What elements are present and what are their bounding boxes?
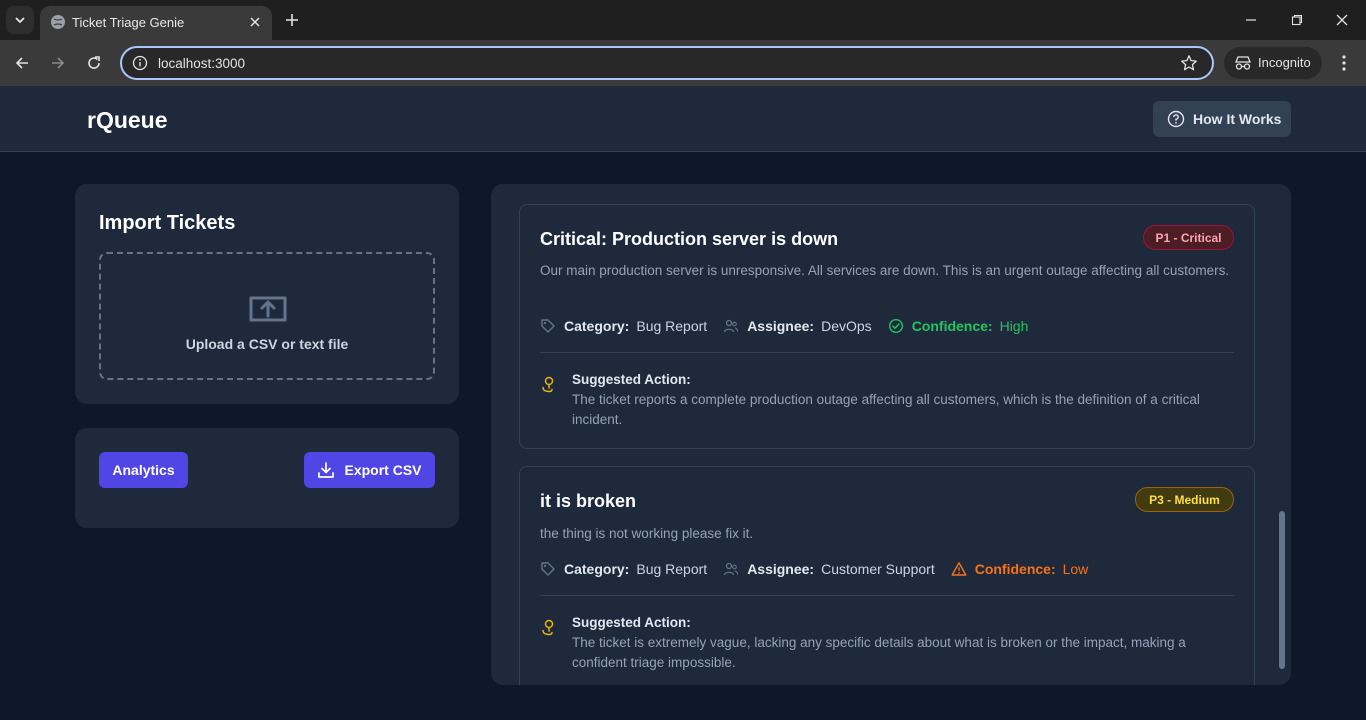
export-csv-button[interactable]: Export CSV (304, 452, 435, 488)
category-value: Bug Report (636, 318, 708, 334)
upload-icon (249, 296, 287, 322)
window-close-button[interactable] (1330, 8, 1354, 32)
download-icon (318, 462, 335, 478)
minimize-icon (1246, 19, 1256, 21)
tag-icon (541, 319, 555, 333)
actions-panel: Analytics Export CSV (75, 428, 459, 528)
browser-tab[interactable]: Ticket Triage Genie (40, 6, 272, 40)
arrow-right-icon (52, 57, 65, 69)
how-it-works-button[interactable]: How It Works (1153, 101, 1291, 137)
suggested-action-label: Suggested Action: (572, 615, 691, 630)
category-key: Category: (564, 561, 630, 577)
card-divider (540, 352, 1234, 353)
close-icon (1336, 14, 1348, 26)
ticket-meta: Category: Bug Report Assignee: DevOps Co… (540, 316, 1044, 336)
confidence-key: Confidence: (974, 561, 1056, 577)
chevron-down-icon (15, 17, 25, 24)
ticket-description: the thing is not working please fix it. (540, 526, 754, 541)
suggested-action-label: Suggested Action: (572, 372, 691, 387)
upload-dropzone[interactable]: Upload a CSV or text file (99, 252, 435, 380)
help-circle-icon (1167, 110, 1185, 128)
import-panel: Import Tickets Upload a CSV or text file (75, 184, 459, 404)
info-icon[interactable] (132, 55, 148, 71)
close-icon (250, 17, 260, 27)
users-icon (724, 319, 739, 333)
forward-button[interactable] (46, 51, 70, 75)
lightbulb-icon (542, 619, 554, 636)
tab-title: Ticket Triage Genie (72, 15, 185, 30)
ticket-meta: Category: Bug Report Assignee: Customer … (540, 559, 1104, 579)
assignee-key: Assignee: (747, 561, 815, 577)
app-header: rQueue How It Works (0, 86, 1366, 152)
warning-icon (951, 562, 967, 576)
more-vertical-icon (1342, 55, 1346, 71)
browser-menu-button[interactable] (1334, 52, 1354, 74)
ticket-title: it is broken (540, 491, 637, 511)
scrollbar-thumb[interactable] (1279, 511, 1285, 669)
address-bar[interactable]: localhost:3000 (120, 46, 1214, 80)
browser-toolbar: localhost:3000 Incognito (0, 40, 1366, 86)
incognito-icon (1235, 56, 1251, 70)
priority-badge: P1 - Critical (1143, 225, 1234, 250)
incognito-indicator[interactable]: Incognito (1224, 47, 1322, 79)
confidence-value: High (999, 318, 1029, 334)
incognito-label: Incognito (1258, 55, 1311, 70)
ticket-title: Critical: Production server is down (540, 229, 839, 249)
confidence-value: Low (1062, 561, 1089, 577)
category-value: Bug Report (636, 561, 708, 577)
upload-label: Upload a CSV or text file (185, 336, 349, 352)
star-icon[interactable] (1180, 54, 1198, 72)
ticket-card: it is broken P3 - Medium the thing is no… (519, 466, 1255, 685)
suggested-action-text: The ticket is extremely vague, lacking a… (572, 635, 1186, 670)
new-tab-button[interactable] (282, 10, 302, 30)
tab-search-button[interactable] (6, 6, 34, 34)
assignee-key: Assignee: (747, 318, 815, 334)
lightbulb-icon (542, 376, 554, 393)
url-text[interactable]: localhost:3000 (158, 56, 245, 71)
card-divider (540, 595, 1234, 596)
back-button[interactable] (10, 51, 34, 75)
priority-badge: P3 - Medium (1135, 487, 1234, 512)
arrow-left-icon (15, 57, 28, 69)
ticket-description: Our main production server is unresponsi… (540, 263, 1230, 278)
browser-tab-bar: Ticket Triage Genie (0, 0, 1366, 40)
import-title: Import Tickets (99, 212, 236, 234)
restore-button[interactable] (1285, 8, 1309, 32)
tag-icon (541, 562, 555, 576)
ticket-card: Critical: Production server is down P1 -… (519, 204, 1255, 449)
reload-icon (88, 56, 100, 69)
how-it-works-label: How It Works (1193, 111, 1282, 127)
restore-icon (1291, 14, 1303, 26)
analytics-button[interactable]: Analytics (99, 452, 188, 488)
brand-logo: rQueue (87, 107, 168, 133)
confidence-key: Confidence: (911, 318, 993, 334)
tab-close-button[interactable] (246, 13, 264, 31)
users-icon (724, 562, 739, 576)
assignee-value: Customer Support (821, 561, 935, 577)
plus-icon (286, 14, 298, 26)
suggested-action-text: The ticket reports a complete production… (572, 392, 1200, 427)
ticket-list-panel[interactable]: Critical: Production server is down P1 -… (491, 184, 1291, 685)
globe-icon (51, 15, 65, 29)
reload-button[interactable] (82, 51, 106, 75)
export-csv-label: Export CSV (344, 462, 422, 478)
check-circle-icon (888, 318, 903, 334)
assignee-value: DevOps (821, 318, 872, 334)
minimize-button[interactable] (1239, 8, 1263, 32)
category-key: Category: (564, 318, 630, 334)
